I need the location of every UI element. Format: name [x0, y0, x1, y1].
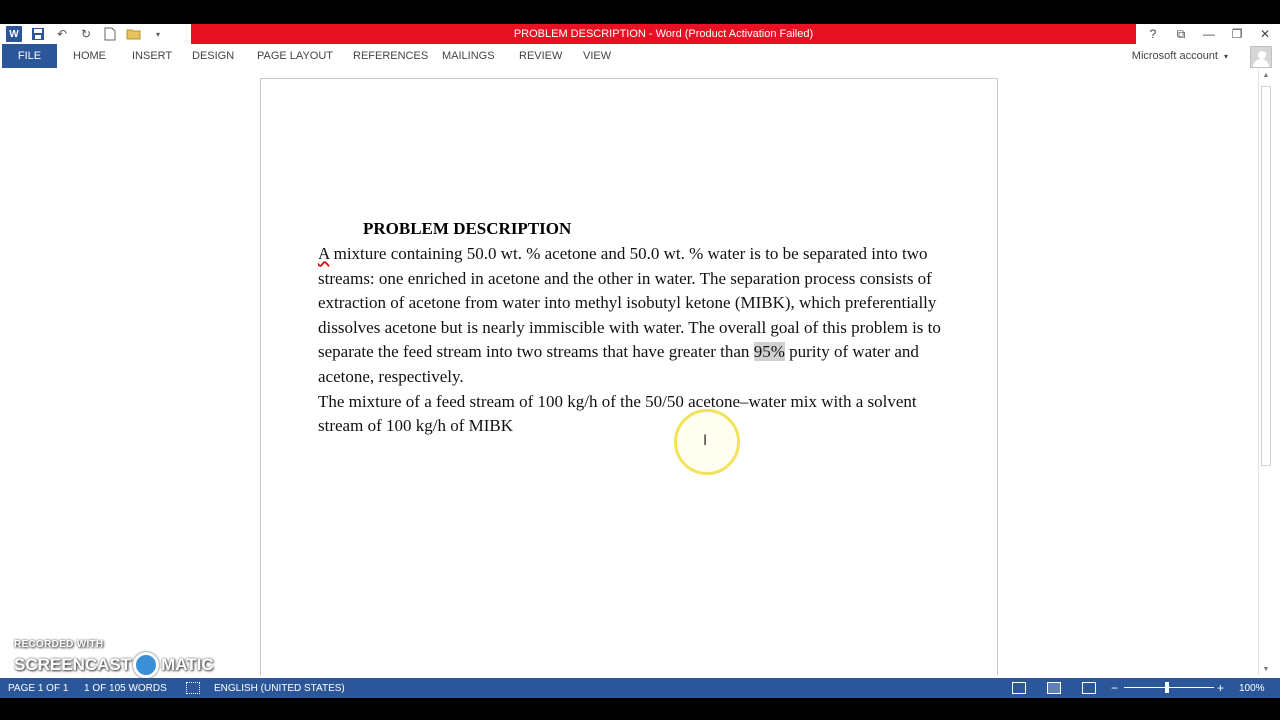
scroll-up-icon[interactable]: ▲ [1261, 72, 1271, 79]
quick-access-toolbar: W ↶ ↻ ▾ [6, 24, 166, 44]
help-icon[interactable]: ? [1146, 27, 1160, 41]
tab-design[interactable]: DESIGN [192, 44, 234, 68]
read-mode-icon[interactable] [1012, 682, 1026, 694]
document-heading: PROBLEM DESCRIPTION [363, 219, 572, 238]
watermark-line1: RECORDED WITH [14, 639, 104, 650]
close-icon[interactable]: ✕ [1258, 27, 1272, 41]
vertical-scrollbar[interactable]: ▲ ▼ [1258, 70, 1272, 675]
paragraph-2-text: The mixture of a feed stream of 100 kg/h… [318, 391, 917, 436]
document-page[interactable]: PROBLEM DESCRIPTION A mixture containing… [260, 78, 998, 675]
tab-home[interactable]: HOME [73, 44, 106, 68]
account-menu[interactable]: Microsoft account ▾ [1132, 44, 1228, 68]
minimize-icon[interactable]: — [1202, 27, 1216, 41]
highlighted-text: 95% [753, 342, 785, 362]
document-body[interactable]: A mixture containing 50.0 wt. % acetone … [318, 242, 958, 439]
scroll-down-icon[interactable]: ▼ [1261, 666, 1271, 673]
tab-mailings[interactable]: MAILINGS [442, 44, 495, 68]
tab-review[interactable]: REVIEW [519, 44, 562, 68]
avatar[interactable] [1250, 46, 1272, 68]
window-title: PROBLEM DESCRIPTION - Word (Product Acti… [191, 24, 1136, 44]
save-icon[interactable] [30, 26, 46, 42]
ribbon-display-icon[interactable]: ⧉ [1174, 27, 1188, 42]
word-icon[interactable]: W [6, 26, 22, 42]
tab-page-layout[interactable]: PAGE LAYOUT [257, 44, 333, 68]
zoom-level[interactable]: 100% [1239, 678, 1265, 698]
status-bar: PAGE 1 OF 1 1 OF 105 WORDS ENGLISH (UNIT… [0, 678, 1280, 698]
zoom-slider-thumb[interactable] [1165, 682, 1169, 693]
text-cursor-icon: I [703, 433, 708, 449]
tab-references[interactable]: REFERENCES [353, 44, 428, 68]
title-bar: W ↶ ↻ ▾ PROBLEM DESCRIPTION - Word (Prod… [0, 24, 1280, 44]
screencast-watermark: RECORDED WITH SCREENCAST MATIC [14, 639, 214, 678]
web-layout-icon[interactable] [1082, 682, 1096, 694]
customize-icon[interactable]: ▾ [150, 26, 166, 42]
zoom-out-button[interactable]: − [1111, 678, 1118, 698]
language[interactable]: ENGLISH (UNITED STATES) [214, 678, 345, 698]
proofing-icon[interactable] [186, 682, 200, 694]
scrollbar-thumb[interactable] [1261, 86, 1271, 466]
open-icon[interactable] [126, 26, 142, 42]
word-count[interactable]: 1 OF 105 WORDS [84, 678, 167, 698]
watermark-logo: SCREENCAST MATIC [14, 652, 214, 678]
chevron-down-icon: ▾ [1223, 51, 1228, 61]
zoom-in-button[interactable]: + [1217, 678, 1224, 698]
undo-icon[interactable]: ↶ [54, 26, 70, 42]
screencast-logo-icon [133, 652, 160, 678]
zoom-slider[interactable] [1124, 687, 1214, 688]
new-doc-icon[interactable] [102, 26, 118, 42]
word-window: W ↶ ↻ ▾ PROBLEM DESCRIPTION - Word (Prod… [0, 24, 1280, 698]
spellcheck-word: A [318, 244, 330, 263]
account-label: Microsoft account [1131, 50, 1218, 62]
tab-view[interactable]: VIEW [583, 44, 611, 68]
watermark-right: MATIC [161, 655, 214, 674]
restore-icon[interactable]: ❐ [1230, 27, 1244, 41]
page-count[interactable]: PAGE 1 OF 1 [8, 678, 68, 698]
redo-icon[interactable]: ↻ [78, 26, 94, 42]
document-area: PROBLEM DESCRIPTION A mixture containing… [0, 70, 1258, 675]
watermark-left: SCREENCAST [14, 655, 132, 674]
ribbon-tabs: FILE HOME INSERT DESIGN PAGE LAYOUT REFE… [0, 44, 1280, 68]
tab-insert[interactable]: INSERT [132, 44, 172, 68]
tab-file[interactable]: FILE [2, 44, 57, 68]
window-controls: ? ⧉ — ❐ ✕ [1146, 24, 1272, 44]
print-layout-icon[interactable] [1047, 682, 1061, 694]
